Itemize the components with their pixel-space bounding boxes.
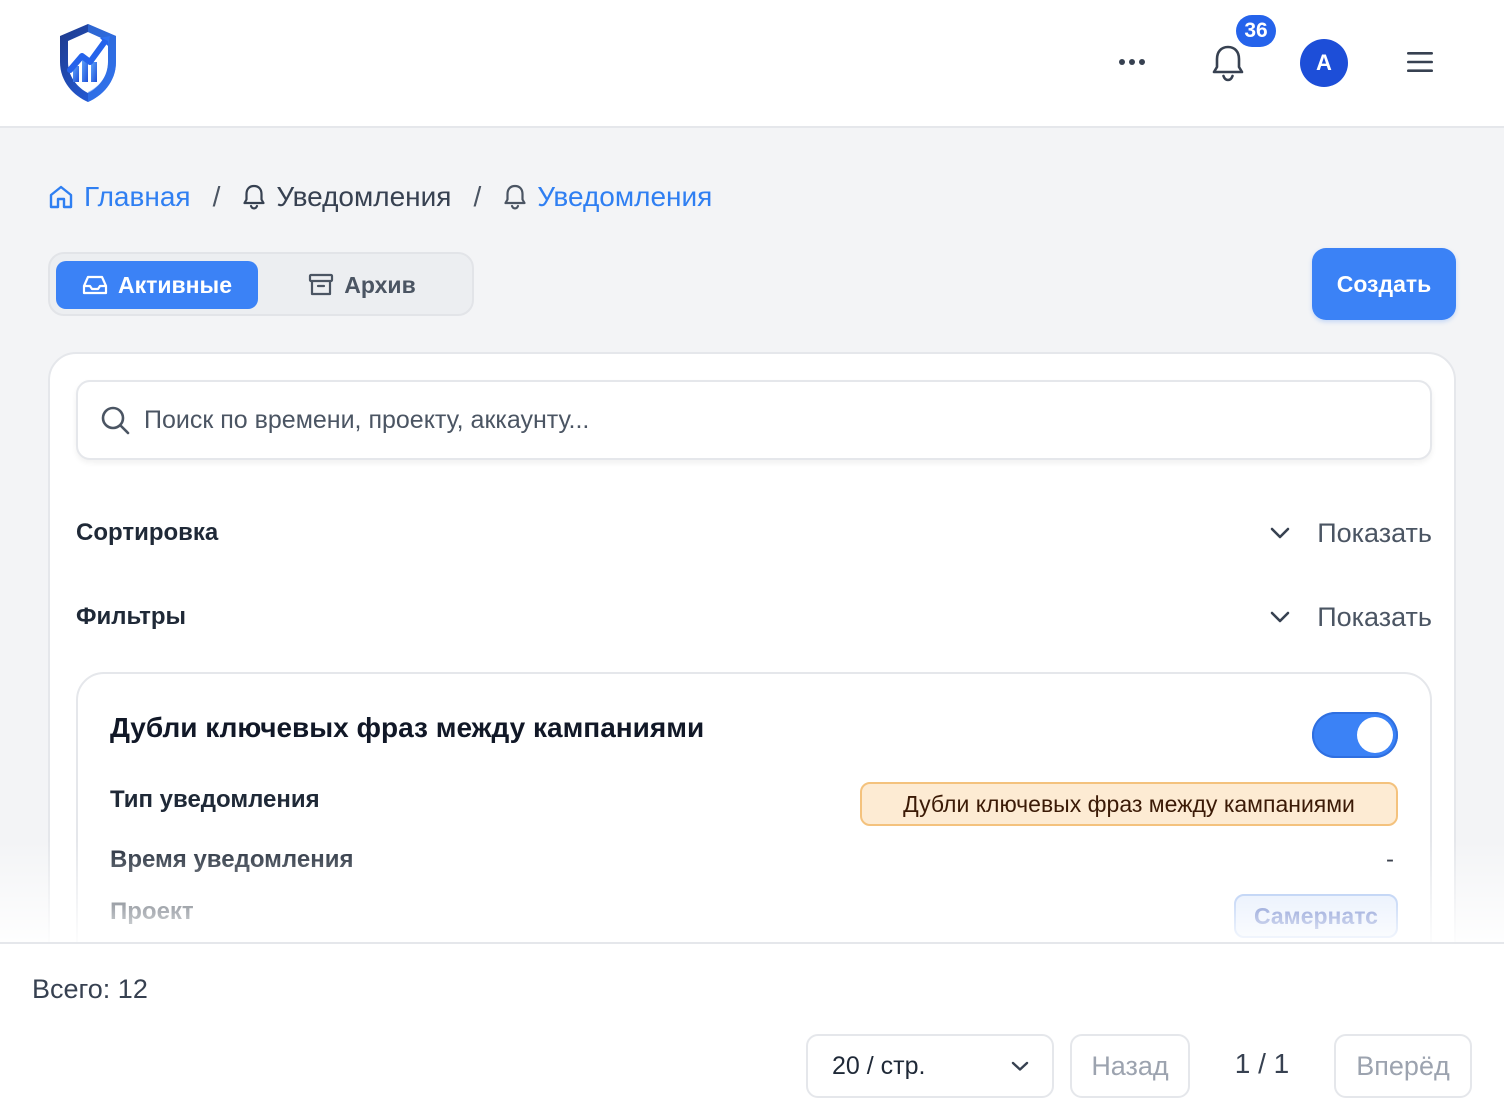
tab-archive-label: Архив [344, 271, 416, 298]
search-icon [101, 406, 130, 435]
filters-title: Фильтры [76, 603, 187, 630]
sort-title: Сортировка [76, 519, 219, 546]
shield-chart-logo[interactable] [56, 22, 120, 104]
notification-project-tag[interactable]: Самернатс [1234, 894, 1398, 938]
notification-type-label: Тип уведомления [110, 786, 320, 813]
breadcrumb-notifications-label: Уведомления [276, 181, 452, 212]
create-button[interactable]: Создать [1312, 248, 1456, 320]
breadcrumb-current: Уведомления [503, 181, 712, 213]
more-button[interactable] [1110, 40, 1154, 84]
notification-enabled-toggle[interactable] [1312, 712, 1398, 758]
user-avatar[interactable]: A [1300, 39, 1348, 87]
search-box [76, 380, 1432, 460]
toggle-knob [1357, 717, 1393, 753]
sort-section-header[interactable]: Сортировка Показать [76, 508, 1432, 558]
tab-active-label: Активные [118, 271, 232, 298]
prev-page-button[interactable]: Назад [1070, 1034, 1190, 1098]
search-input[interactable] [144, 400, 1404, 440]
page-size-select[interactable]: 20 / стр. [806, 1034, 1054, 1098]
top-header: 36 A [0, 0, 1504, 128]
breadcrumb-home[interactable]: Главная [48, 181, 191, 213]
sort-show-toggle[interactable]: Показать [1269, 518, 1432, 549]
bell-icon [243, 184, 265, 210]
tab-active[interactable]: Активные [56, 261, 258, 309]
tab-archive[interactable]: Архив [302, 261, 422, 309]
notification-type-tag: Дубли ключевых фраз между кампаниями [860, 782, 1398, 826]
page-indicator: 1 / 1 [1234, 1048, 1290, 1079]
breadcrumb-home-label: Главная [84, 181, 191, 212]
notifications-count-badge: 36 [1236, 15, 1276, 47]
breadcrumb-separator: / [212, 181, 221, 212]
notification-title: Дубли ключевых фраз между кампаниями [110, 712, 705, 743]
chevron-down-icon [1270, 527, 1290, 539]
next-page-button[interactable]: Вперёд [1334, 1034, 1472, 1098]
bell-icon [504, 184, 526, 210]
status-tabs: Активные Архив [48, 252, 474, 316]
breadcrumb-notifications[interactable]: Уведомления [242, 181, 451, 213]
filters-show-label: Показать [1317, 601, 1432, 632]
total-count: Всего: 12 [32, 974, 148, 1004]
more-horizontal-icon [1119, 59, 1145, 65]
breadcrumb: Главная / Уведомления / Уведомления [48, 176, 712, 218]
filters-show-toggle[interactable]: Показать [1269, 602, 1432, 633]
page-size-value: 20 / стр. [832, 1051, 926, 1080]
notification-item[interactable]: Дубли ключевых фраз между кампаниями Тип… [76, 672, 1432, 970]
notification-time-label: Время уведомления [110, 846, 354, 873]
sort-show-label: Показать [1317, 517, 1432, 548]
pagination-footer: Всего: 12 20 / стр. Назад 1 / 1 Вперёд [0, 942, 1504, 1120]
home-icon [49, 185, 73, 209]
notifications-card: Сортировка Показать Фильтры Показать Дуб… [48, 352, 1456, 972]
chevron-down-icon [1011, 1061, 1029, 1071]
notifications-page: 36 A Главная / Уведомления / Уведомления… [0, 0, 1504, 1120]
hamburger-menu-icon [1407, 52, 1433, 72]
chevron-down-icon [1270, 611, 1290, 623]
archive-box-icon [309, 273, 334, 296]
bell-icon [1212, 45, 1244, 82]
breadcrumb-separator: / [473, 181, 482, 212]
inbox-icon [82, 275, 108, 295]
notification-time-value: - [1386, 846, 1394, 873]
notification-project-label: Проект [110, 898, 194, 925]
main-menu-button[interactable] [1398, 40, 1442, 84]
filters-section-header[interactable]: Фильтры Показать [76, 592, 1432, 642]
breadcrumb-current-label: Уведомления [537, 181, 713, 212]
